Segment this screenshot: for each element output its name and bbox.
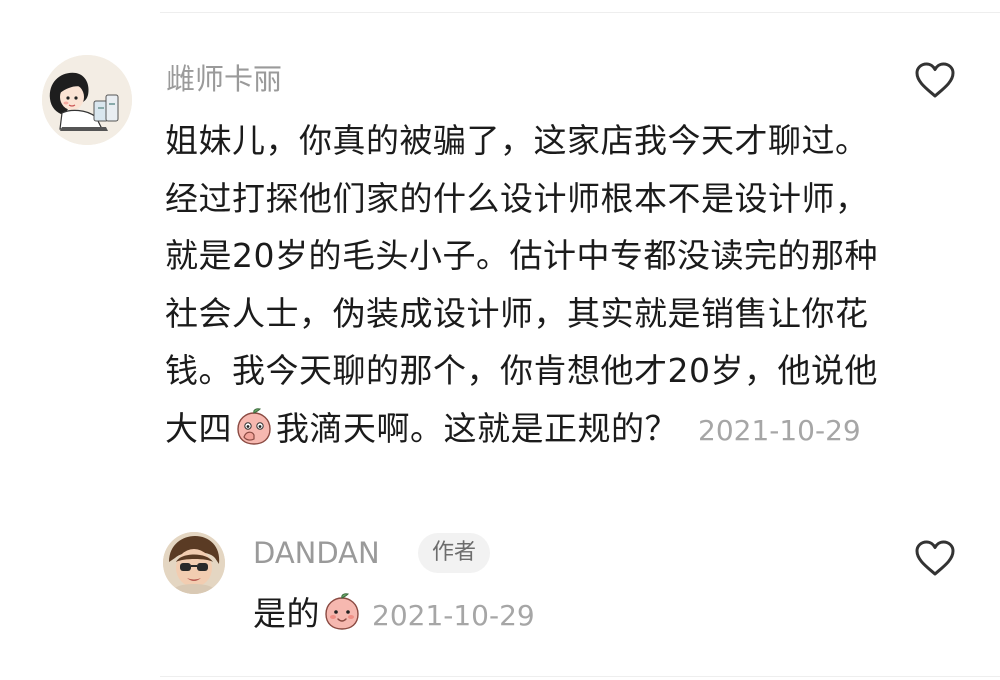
- like-button[interactable]: [913, 60, 957, 100]
- peach-face-covering-mouth-emoji: [234, 407, 274, 465]
- heart-outline-icon: [915, 540, 955, 576]
- peach-smile-emoji: [322, 592, 362, 650]
- cartoon-avatar-icon: [42, 55, 132, 145]
- author-badge: 作者: [418, 533, 491, 573]
- username[interactable]: DANDAN: [253, 533, 380, 573]
- reply-timestamp: 2021-10-29: [372, 599, 535, 632]
- comment-text-part2: 我滴天啊。这就是正规的？: [276, 408, 678, 448]
- comment-text-part1: 姐妹儿，你真的被骗了，这家店我今天才聊过。经过打探他们家的什么设计师根本不是设计…: [165, 121, 878, 448]
- comment-text: 姐妹儿，你真的被骗了，这家店我今天才聊过。经过打探他们家的什么设计师根本不是设计…: [165, 112, 885, 464]
- avatar[interactable]: [163, 532, 225, 594]
- reply-text-content: 是的: [253, 594, 320, 633]
- heart-outline-icon: [915, 62, 955, 98]
- avatar[interactable]: [42, 55, 132, 145]
- comment-timestamp: 2021-10-29: [698, 413, 861, 447]
- bottom-divider: [160, 676, 1000, 677]
- reply-text: 是的 2021-10-29: [253, 585, 853, 650]
- like-button[interactable]: [913, 538, 957, 578]
- top-divider: [160, 12, 1000, 13]
- child-photo-avatar-icon: [163, 532, 225, 594]
- username[interactable]: 雌师卡丽: [166, 59, 282, 99]
